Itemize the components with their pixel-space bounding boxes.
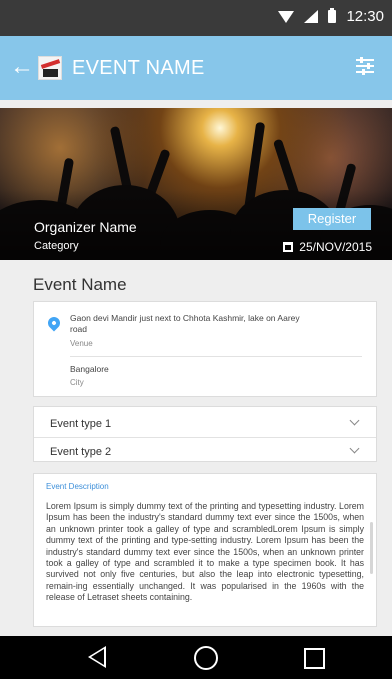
event-logo-icon — [38, 56, 62, 80]
divider — [70, 356, 362, 357]
venue-card: Gaon devi Mandir just next to Chhota Kas… — [33, 301, 377, 397]
event-type-label: Event type 2 — [50, 446, 112, 458]
filter-icon[interactable] — [356, 57, 374, 75]
category-label: Category — [34, 240, 79, 252]
battery-icon — [328, 8, 337, 23]
location-pin-icon — [45, 314, 63, 332]
description-body: Lorem Ipsum is simply dummy text of the … — [46, 501, 364, 603]
app-bar: ← EVENT NAME — [0, 36, 392, 100]
calendar-icon — [283, 242, 294, 252]
chevron-down-icon[interactable] — [349, 415, 360, 426]
city-value: Bangalore — [70, 364, 109, 374]
nav-recents-icon[interactable] — [304, 648, 325, 669]
event-type-row[interactable]: Event type 2 — [34, 437, 376, 464]
venue-address: Gaon devi Mandir just next to Chhota Kas… — [70, 313, 300, 334]
nav-home-icon[interactable] — [194, 646, 218, 670]
event-types-card: Event type 1 Event type 2 — [33, 406, 377, 462]
event-date: 25/NOV/2015 — [283, 240, 372, 254]
city-label: City — [70, 378, 84, 387]
wifi-icon — [278, 10, 295, 23]
venue-label: Venue — [70, 339, 93, 348]
event-name-heading: Event Name — [33, 275, 127, 294]
back-arrow-icon[interactable]: ← — [10, 54, 34, 80]
description-title: Event Description — [46, 482, 109, 491]
event-type-label: Event type 1 — [50, 418, 112, 430]
scrollbar[interactable] — [370, 522, 373, 574]
event-date-text: 25/NOV/2015 — [299, 240, 372, 254]
signal-icon — [304, 10, 319, 23]
nav-back-icon[interactable] — [88, 646, 106, 668]
app-title: EVENT NAME — [72, 57, 205, 79]
status-time: 12:30 — [346, 8, 384, 25]
status-bar: 12:30 — [0, 0, 392, 36]
description-card: Event Description Lorem Ipsum is simply … — [33, 473, 377, 627]
event-banner-image — [0, 108, 392, 260]
register-button[interactable]: Register — [293, 208, 371, 230]
event-type-row[interactable]: Event type 1 — [34, 410, 376, 437]
chevron-down-icon[interactable] — [349, 443, 360, 454]
organizer-name: Organizer Name — [34, 219, 137, 235]
system-nav-bar — [0, 636, 392, 679]
